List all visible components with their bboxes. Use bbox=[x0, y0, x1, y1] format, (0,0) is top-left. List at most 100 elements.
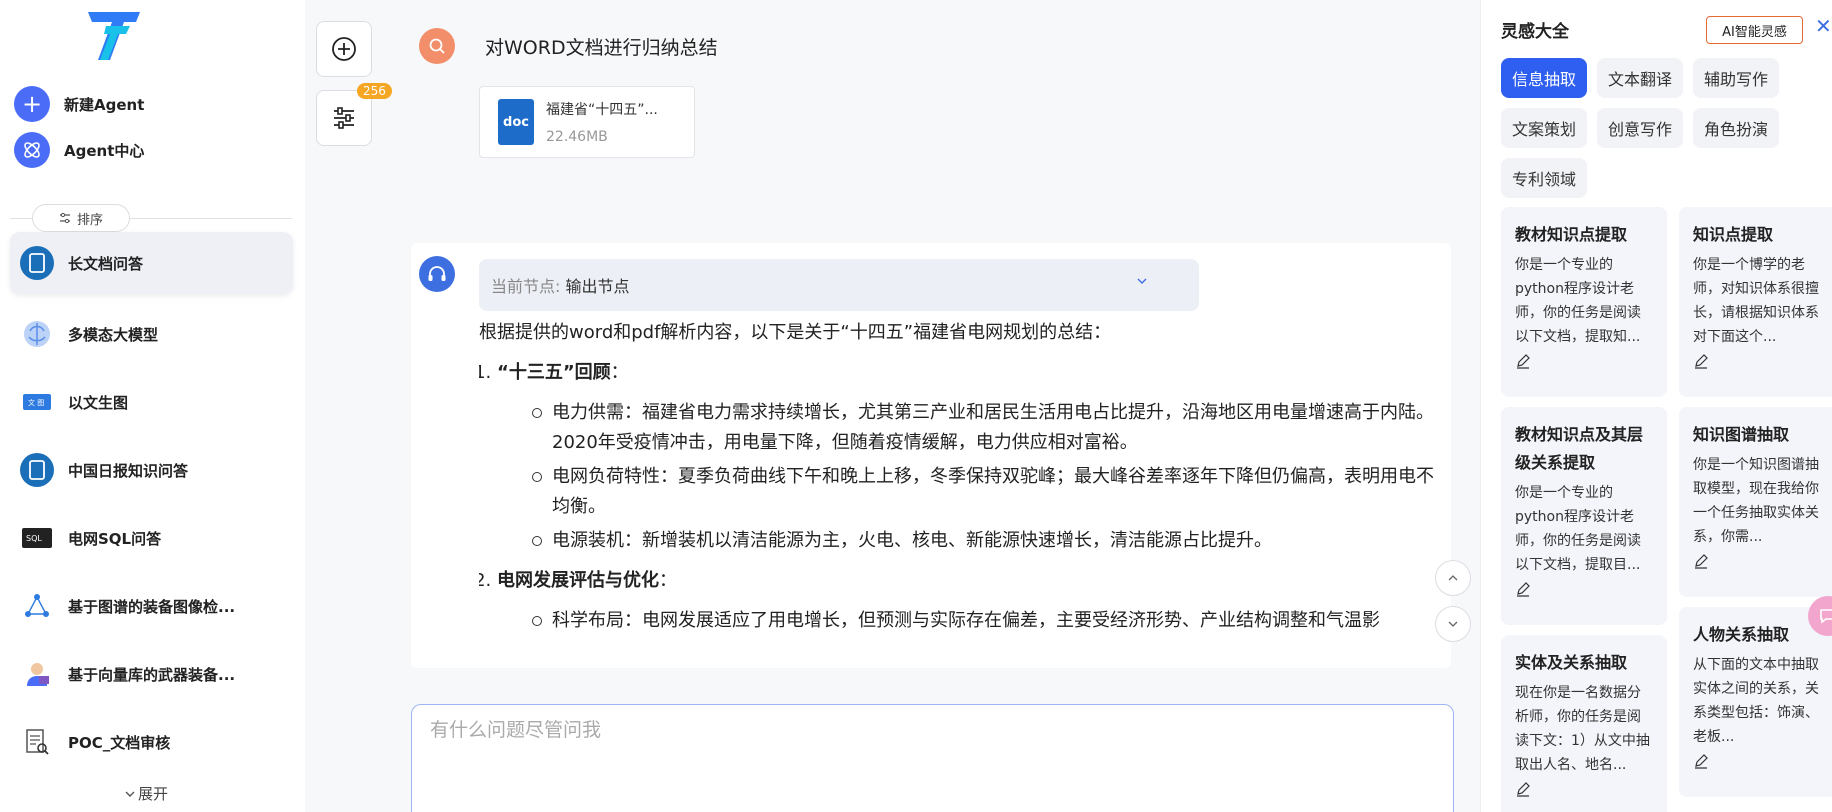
edit-icon[interactable] bbox=[1693, 353, 1709, 369]
book-icon bbox=[20, 453, 54, 487]
bullet-item: 科学布局：电网发展适应了用电增长，但预测与实际存在偏差，主要受经济形势、产业结构… bbox=[532, 606, 1444, 636]
svg-text:文 图: 文 图 bbox=[28, 398, 44, 407]
scroll-up-button[interactable] bbox=[1435, 560, 1471, 596]
answer-intro: 根据提供的word和pdf解析内容，以下是关于“十四五”福建省电网规划的总结： bbox=[479, 322, 1112, 343]
tag-label: 角色扮演 bbox=[1703, 120, 1768, 139]
prompt-card[interactable]: 知识点提取 你是一个博学的老师，对知识体系很擅长，请根据知识体系对下面这个... bbox=[1679, 207, 1832, 397]
agent-item-vector-weapon[interactable]: 基于向量库的武器装备... bbox=[10, 640, 293, 708]
bullet-item: 电力供需：福建省电力需求持续增长，尤其第三产业和居民生活用电占比提升，沿海地区用… bbox=[532, 398, 1444, 458]
card-desc: 你是一个专业的python程序设计老师，你的任务是阅读以下文档，提取知... bbox=[1515, 257, 1641, 345]
answer-section: “十三五”回顾： 电力供需：福建省电力需求持续增长，尤其第三产业和居民生活用电占… bbox=[497, 358, 1444, 556]
doc-file-icon: doc bbox=[498, 99, 534, 145]
ai-inspiration-label: AI智能灵感 bbox=[1722, 24, 1787, 40]
agent-item-text-to-image[interactable]: 文 图 以文生图 bbox=[10, 368, 293, 436]
card-title: 知识点提取 bbox=[1693, 225, 1774, 244]
chat-bubble-icon bbox=[1820, 609, 1832, 624]
agent-item-china-daily-qa[interactable]: 中国日报知识问答 bbox=[10, 436, 293, 504]
section-heading: “十三五”回顾 bbox=[497, 362, 611, 383]
document-review-icon bbox=[20, 725, 54, 759]
prompt-card[interactable]: 人物关系抽取 从下面的文本中抽取实体之间的关系，关系类型包括：饰演、老板... bbox=[1679, 607, 1832, 797]
headset-icon bbox=[428, 266, 446, 281]
new-chat-button[interactable] bbox=[316, 21, 372, 77]
section-heading: 电网发展评估与优化 bbox=[497, 570, 659, 591]
answer-sections: “十三五”回顾： 电力供需：福建省电力需求持续增长，尤其第三产业和居民生活用电占… bbox=[479, 358, 1444, 636]
graph-icon bbox=[20, 589, 54, 623]
tag-writing-assist[interactable]: 辅助写作 bbox=[1693, 58, 1779, 98]
prompt-card[interactable]: 实体及关系抽取 现在你是一名数据分析师，你的任务是阅读下文：1）从文中抽取出人名… bbox=[1501, 635, 1667, 812]
agent-center-label: Agent中心 bbox=[64, 141, 145, 160]
node-value: 输出节点 bbox=[565, 277, 630, 296]
new-agent-button[interactable]: + 新建Agent bbox=[14, 86, 144, 122]
card-desc: 你是一个博学的老师，对知识体系很擅长，请根据知识体系对下面这个... bbox=[1693, 257, 1819, 345]
card-desc: 现在你是一名数据分析师，你的任务是阅读下文：1）从文中抽取出人名、地名... bbox=[1515, 685, 1650, 773]
agent-item-poc-doc-review[interactable]: POC_文档审核 bbox=[10, 708, 293, 776]
answer-content: 根据提供的word和pdf解析内容，以下是关于“十四五”福建省电网规划的总结： … bbox=[479, 318, 1444, 668]
tag-info-extraction[interactable]: 信息抽取 bbox=[1501, 58, 1587, 98]
input-placeholder: 有什么问题尽管问我 bbox=[430, 719, 602, 741]
chevron-up-icon bbox=[1448, 575, 1458, 581]
sliders-icon bbox=[59, 212, 70, 224]
node-status-bar[interactable]: 当前节点: 输出节点 bbox=[479, 259, 1199, 311]
tag-label: 文案策划 bbox=[1511, 120, 1576, 139]
chat-input[interactable]: 有什么问题尽管问我 bbox=[411, 704, 1454, 812]
card-title: 教材知识点提取 bbox=[1515, 225, 1628, 244]
person-icon bbox=[20, 657, 54, 691]
book-icon bbox=[20, 246, 54, 280]
agent-label: 电网SQL问答 bbox=[68, 529, 162, 548]
expand-button[interactable]: 展开 bbox=[124, 783, 168, 804]
tool-column: 256 bbox=[305, 0, 395, 812]
tag-label: 文本翻译 bbox=[1607, 70, 1672, 89]
expand-label: 展开 bbox=[138, 785, 169, 803]
tag-translation[interactable]: 文本翻译 bbox=[1597, 58, 1683, 98]
search-icon bbox=[429, 38, 445, 54]
ai-inspiration-button[interactable]: AI智能灵感 bbox=[1706, 16, 1803, 44]
panel-title: 灵感大全 bbox=[1501, 22, 1569, 42]
file-size: 22.46MB bbox=[546, 129, 608, 145]
edit-icon[interactable] bbox=[1515, 581, 1531, 597]
close-icon[interactable]: ✕ bbox=[1815, 14, 1832, 38]
tag-patent[interactable]: 专利领域 bbox=[1501, 158, 1587, 198]
edit-icon[interactable] bbox=[1693, 553, 1709, 569]
tag-role-play[interactable]: 角色扮演 bbox=[1693, 108, 1779, 148]
agent-item-graph-image-search[interactable]: 基于图谱的装备图像检... bbox=[10, 572, 293, 640]
section-bullets: 科学布局：电网发展适应了用电增长，但预测与实际存在偏差，主要受经济形势、产业结构… bbox=[497, 606, 1444, 636]
card-title: 知识图谱抽取 bbox=[1693, 425, 1790, 444]
bot-avatar bbox=[419, 256, 455, 292]
agent-item-long-doc-qa[interactable]: 长文档问答 bbox=[10, 232, 293, 294]
svg-text:SQL: SQL bbox=[26, 534, 42, 543]
sort-label: 排序 bbox=[76, 212, 103, 228]
sidebar: + 新建Agent Agent中心 排序 长文档问答 多模态大模型 文 图 以文… bbox=[0, 0, 305, 812]
prompt-card[interactable]: 教材知识点及其层级关系提取 你是一个专业的python程序设计老师，你的任务是阅… bbox=[1501, 407, 1667, 625]
tag-label: 信息抽取 bbox=[1511, 70, 1576, 89]
tag-creative-writing[interactable]: 创意写作 bbox=[1597, 108, 1683, 148]
chevron-down-icon bbox=[1448, 621, 1458, 627]
answer-section: 电网发展评估与优化： 科学布局：电网发展适应了用电增长，但预测与实际存在偏差，主… bbox=[497, 566, 1444, 636]
prompt-card[interactable]: 知识图谱抽取 你是一个知识图谱抽取模型，现在我给你一个任务抽取实体关系，你需..… bbox=[1679, 407, 1832, 597]
agent-item-multimodal[interactable]: 多模态大模型 bbox=[10, 300, 293, 368]
prompt-card[interactable]: 教材知识点提取 你是一个专业的python程序设计老师，你的任务是阅读以下文档，… bbox=[1501, 207, 1667, 397]
scroll-down-button[interactable] bbox=[1435, 606, 1471, 642]
file-name: 福建省“十四五”... bbox=[546, 102, 658, 118]
file-attachment[interactable]: doc 福建省“十四五”... 22.46MB bbox=[479, 86, 695, 158]
sql-icon: SQL bbox=[20, 521, 54, 555]
edit-icon[interactable] bbox=[1515, 781, 1531, 797]
edit-icon[interactable] bbox=[1693, 753, 1709, 769]
agent-label: 中国日报知识问答 bbox=[68, 461, 189, 480]
edit-icon[interactable] bbox=[1515, 353, 1531, 369]
agent-center-button[interactable]: Agent中心 bbox=[14, 132, 144, 168]
settings-button[interactable]: 256 bbox=[316, 83, 392, 146]
agent-item-grid-sql-qa[interactable]: SQL 电网SQL问答 bbox=[10, 504, 293, 572]
file-type-label: doc bbox=[503, 114, 529, 130]
brain-icon bbox=[20, 317, 54, 351]
agent-list: 长文档问答 多模态大模型 文 图 以文生图 中国日报知识问答 SQL 电网SQL… bbox=[10, 232, 293, 776]
sort-row: 排序 bbox=[10, 204, 292, 232]
card-desc: 你是一个专业的python程序设计老师，你的任务是阅读以下文档，提取目... bbox=[1515, 485, 1641, 573]
sort-button[interactable]: 排序 bbox=[32, 204, 130, 232]
card-title: 实体及关系抽取 bbox=[1515, 653, 1628, 672]
chat-area: 对WORD文档进行归纳总结 doc 福建省“十四五”... 22.46MB 当前… bbox=[395, 0, 1480, 812]
tag-label: 辅助写作 bbox=[1703, 70, 1768, 89]
tag-copywriting[interactable]: 文案策划 bbox=[1501, 108, 1587, 148]
section-bullets: 电力供需：福建省电力需求持续增长，尤其第三产业和居民生活用电占比提升，沿海地区用… bbox=[497, 398, 1444, 556]
atom-icon bbox=[14, 132, 50, 168]
agent-label: 基于向量库的武器装备... bbox=[68, 665, 236, 684]
